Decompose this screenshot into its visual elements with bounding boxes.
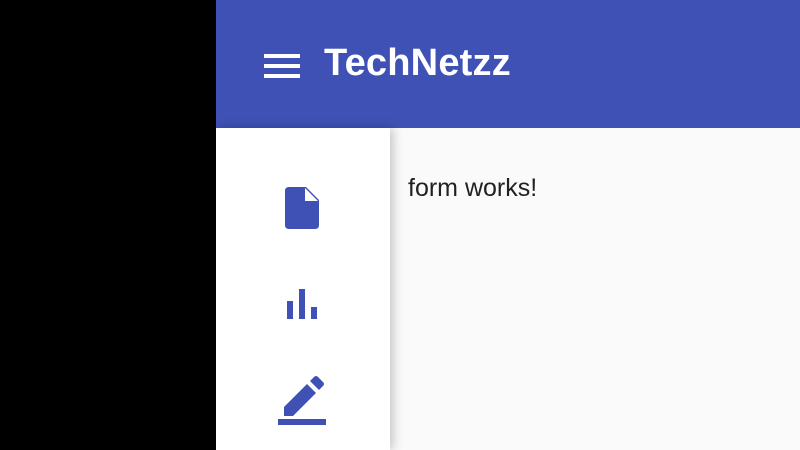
toolbar: TechNetzz [216,0,800,128]
main-content: form works! [390,128,800,450]
file-icon [285,187,319,229]
menu-icon [264,54,300,78]
sidenav-item-chart[interactable] [250,268,354,340]
sidenav [216,128,390,450]
content-message: form works! [408,174,538,202]
sidenav-item-file[interactable] [250,172,354,244]
app-window: TechNetzz form works! [216,0,800,450]
menu-button[interactable] [260,46,304,86]
sidenav-item-edit[interactable] [250,364,354,436]
app-title: TechNetzz [324,42,511,84]
bar-chart-icon [287,289,317,319]
edit-icon [278,376,326,425]
